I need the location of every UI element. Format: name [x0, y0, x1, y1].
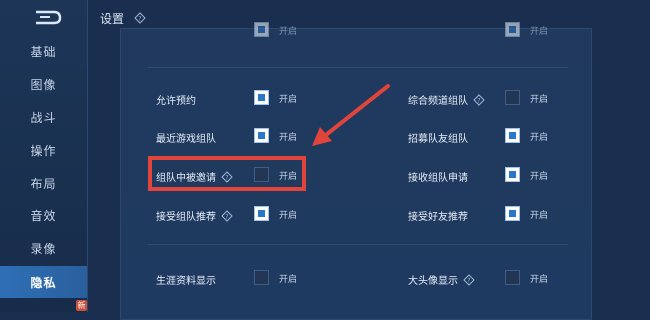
help-icon[interactable]: ? — [463, 273, 475, 286]
receive-team-request-toggle[interactable] — [505, 167, 520, 182]
combined-channel-state: 开启 — [530, 95, 549, 105]
accept-friend-recommend-state: 开启 — [530, 211, 549, 221]
toggle-top-left-state: 开启 — [279, 27, 298, 37]
accept-team-recommend-label: 接受组队推荐 ? — [156, 208, 233, 223]
career-display-toggle[interactable] — [254, 270, 269, 285]
game-logo-icon[interactable] — [32, 8, 62, 26]
accept-friend-recommend-toggle[interactable] — [505, 206, 520, 221]
svg-text:?: ? — [467, 277, 470, 284]
allow-booking-state: 开启 — [279, 95, 298, 105]
section-divider — [148, 244, 568, 245]
page-header: 设置 ? — [100, 10, 146, 26]
career-display-state: 开启 — [279, 275, 298, 285]
option-label-text: 综合频道组队 — [408, 96, 468, 107]
page-title: 设置 — [100, 11, 125, 26]
allow-booking-toggle[interactable] — [254, 90, 269, 105]
svg-text:?: ? — [477, 97, 480, 104]
sidebar-item-image[interactable]: 图像 — [0, 70, 87, 98]
combined-channel-label: 综合频道组队 ? — [408, 92, 485, 107]
sidebar-item-replay[interactable]: 录像 — [0, 234, 87, 262]
help-icon[interactable]: ? — [221, 209, 233, 222]
accept-team-recommend-state: 开启 — [279, 211, 298, 221]
svg-text:?: ? — [225, 213, 228, 220]
option-label: 允许预约 — [156, 96, 196, 107]
sidebar: 基础 图像 战斗 操作 布局 音效 录像 隐私 新 — [0, 0, 88, 312]
sidebar-item-basic[interactable]: 基础 — [0, 37, 87, 65]
receive-team-request-state: 开启 — [530, 172, 549, 182]
big-avatar-state: 开启 — [530, 275, 549, 285]
option-label-text: 接受组队推荐 — [156, 212, 216, 223]
option-label: 生涯资料显示 — [156, 276, 216, 287]
toggle-top-right-state: 开启 — [530, 27, 549, 37]
option-label: 最近游戏组队 — [156, 134, 216, 145]
sidebar-item-layout[interactable]: 布局 — [0, 169, 87, 197]
help-icon[interactable]: ? — [473, 93, 485, 106]
recruit-team-state: 开启 — [530, 133, 549, 143]
sidebar-item-sound[interactable]: 音效 — [0, 201, 87, 229]
accept-team-recommend-toggle[interactable] — [254, 206, 269, 221]
toggle-top-right[interactable] — [505, 22, 520, 37]
annotation-arrow-icon — [312, 84, 390, 146]
toggle-top-left[interactable] — [254, 22, 269, 37]
option-label: 招募队友组队 — [408, 134, 468, 145]
svg-text:?: ? — [138, 16, 141, 23]
recruit-team-toggle[interactable] — [505, 128, 520, 143]
help-icon[interactable]: ? — [134, 12, 146, 24]
option-label-text: 大头像显示 — [408, 276, 458, 287]
big-avatar-toggle[interactable] — [505, 270, 520, 285]
sidebar-item-battle[interactable]: 战斗 — [0, 103, 87, 131]
big-avatar-label: 大头像显示 ? — [408, 272, 475, 287]
option-label: 接受好友推荐 — [408, 212, 468, 223]
section-divider — [148, 67, 568, 68]
highlight-box — [148, 156, 306, 191]
combined-channel-toggle[interactable] — [505, 90, 520, 105]
recent-team-toggle[interactable] — [254, 128, 269, 143]
recent-team-state: 开启 — [279, 133, 298, 143]
option-label: 接收组队申请 — [408, 173, 468, 184]
new-badge: 新 — [76, 300, 87, 311]
sidebar-item-control[interactable]: 操作 — [0, 136, 87, 164]
sidebar-item-privacy[interactable]: 隐私 — [0, 266, 87, 298]
